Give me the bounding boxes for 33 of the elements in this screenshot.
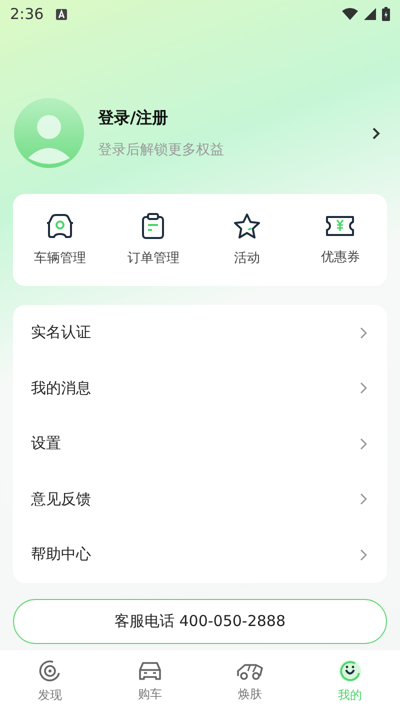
menu-item[interactable]: 我的消息 [13,360,387,416]
notification-icon [56,8,67,20]
chevron-right-icon [360,493,367,506]
chevron-right-icon [360,548,367,561]
login-subtitle: 登录后解锁更多权益 [98,140,225,158]
menu-item[interactable]: 意见反馈 [13,472,387,527]
tab[interactable]: 焕肤 [200,650,300,712]
quick-action[interactable]: 优惠券 [294,214,387,266]
wifi-icon [342,8,358,20]
menu-item[interactable]: 设置 [13,416,387,472]
clipboard-icon [141,213,166,239]
tab[interactable]: 发现 [0,650,100,712]
car-icon [138,660,162,682]
quick-action[interactable]: 订单管理 [106,213,200,267]
quick-action[interactable]: 车辆管理 [13,213,106,267]
quick-action[interactable]: 活动 [200,213,294,267]
chevron-right-icon [360,326,367,339]
signal-icon [364,8,376,20]
tab[interactable]: 购车 [100,650,200,712]
battery-icon [382,7,390,21]
car-icon [46,213,74,239]
status-time: 2:36 [10,5,44,23]
chevron-right-icon[interactable] [372,126,380,140]
menu-item[interactable]: 实名认证 [13,305,387,360]
coupon-icon [325,214,356,238]
discover-icon [38,658,62,682]
chevron-right-icon [360,382,367,394]
smiley-icon [338,658,362,682]
login-title[interactable]: 登录/注册 [98,108,372,128]
menu-item[interactable]: 帮助中心 [13,527,387,582]
chevron-right-icon [360,438,367,450]
hotline-button[interactable]: 客服电话 400-050-2888 [13,598,387,644]
star-icon [232,213,261,239]
